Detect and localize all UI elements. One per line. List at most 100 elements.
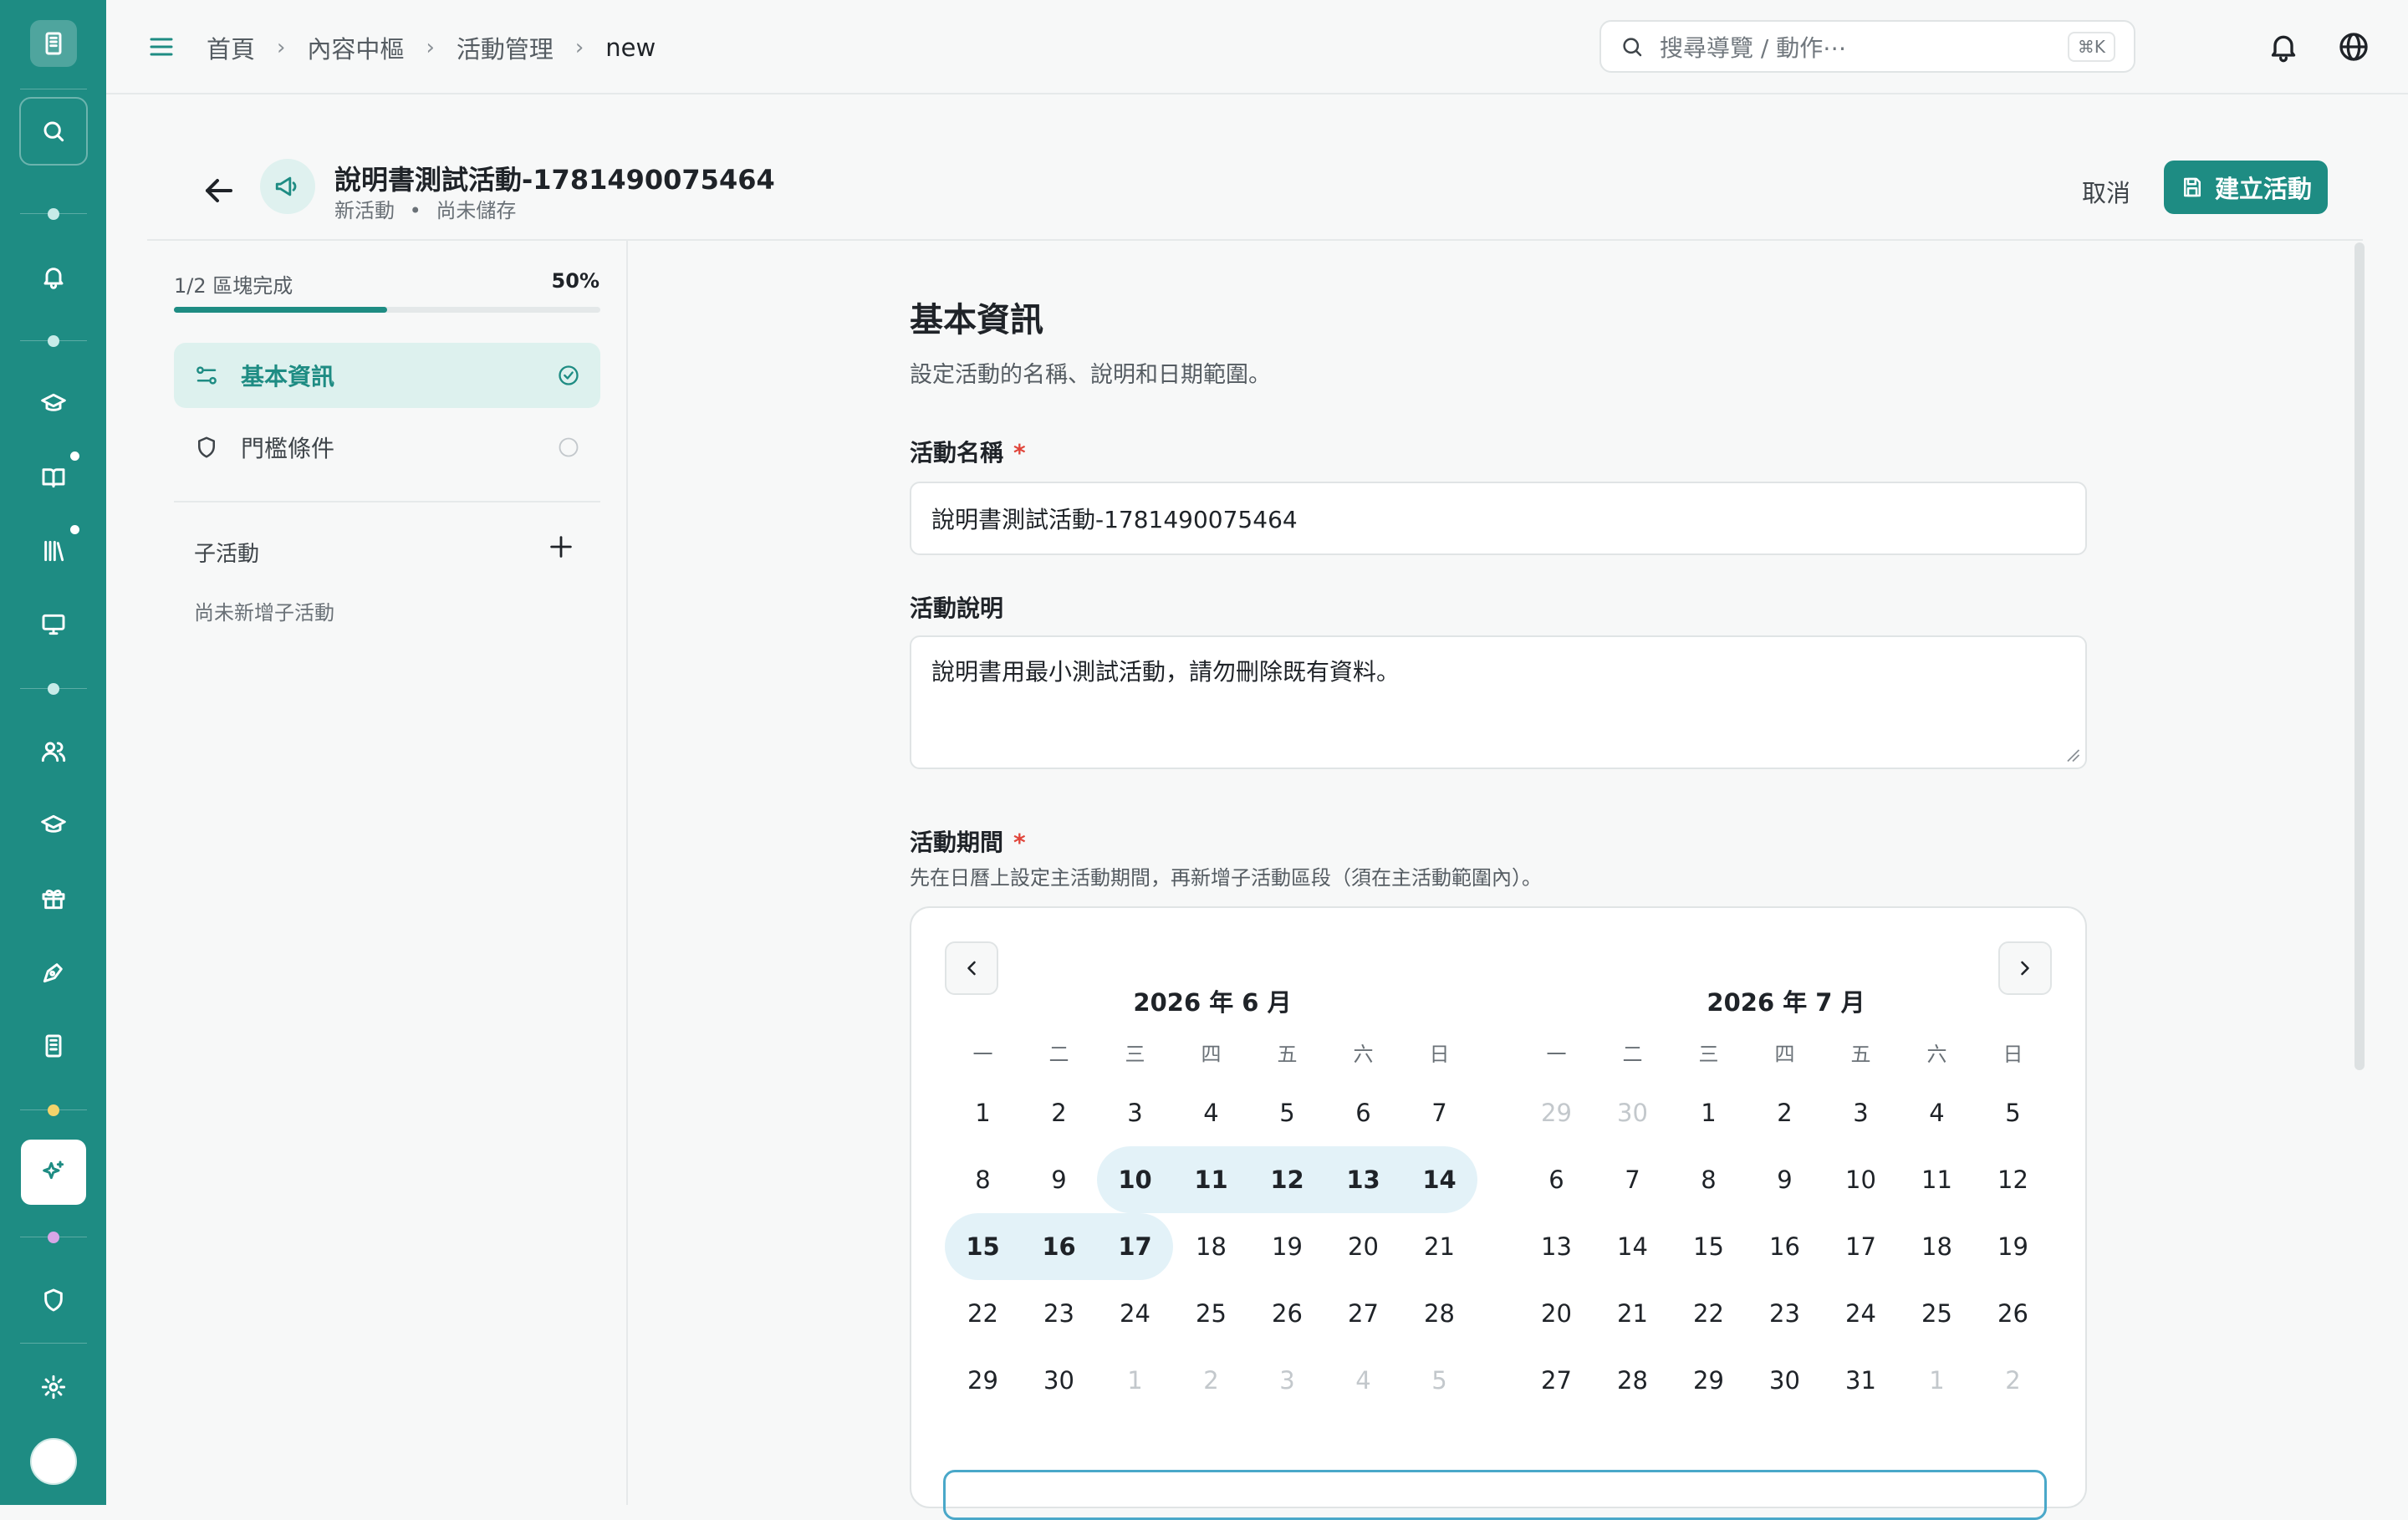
calendar-day[interactable]: 4	[1899, 1079, 1975, 1146]
calendar-day[interactable]: 2	[1747, 1079, 1823, 1146]
activity-description-textarea[interactable]: 說明書用最小測試活動，請勿刪除既有資料。	[910, 635, 2087, 769]
calendar-day[interactable]: 6	[1325, 1079, 1401, 1146]
main-scrollbar[interactable]	[2354, 242, 2365, 1070]
calendar-day[interactable]: 8	[1671, 1146, 1747, 1213]
rail-org[interactable]	[0, 1025, 106, 1067]
calendar-day[interactable]: 16	[1747, 1213, 1823, 1280]
calendar-day[interactable]: 4	[1173, 1079, 1249, 1146]
rail-library[interactable]	[0, 530, 106, 572]
calendar-day[interactable]: 25	[1173, 1280, 1249, 1347]
calendar-day[interactable]: 7	[1401, 1079, 1477, 1146]
calendar-day[interactable]: 17	[1823, 1213, 1899, 1280]
calendar-day-selected[interactable]: 17	[1097, 1213, 1173, 1280]
calendar-day[interactable]: 15	[1671, 1213, 1747, 1280]
calendar-day[interactable]: 30	[1747, 1347, 1823, 1414]
calendar-day-outside: 5	[1431, 1366, 1447, 1395]
calendar-day[interactable]: 27	[1518, 1347, 1594, 1414]
calendar-day-selected[interactable]: 13	[1325, 1146, 1401, 1213]
calendar-day[interactable]: 19	[1249, 1213, 1325, 1280]
calendar-day[interactable]: 24	[1823, 1280, 1899, 1347]
calendar-day[interactable]: 13	[1518, 1213, 1594, 1280]
rail-security[interactable]	[0, 1279, 106, 1321]
add-subactivity-button[interactable]	[547, 533, 575, 561]
language-button[interactable]	[2337, 30, 2370, 64]
calendar-day[interactable]: 28	[1401, 1280, 1477, 1347]
calendar-day[interactable]: 22	[945, 1280, 1021, 1347]
activity-period-hint: 先在日曆上設定主活動期間，再新增子活動區段（須在主活動範圍內）。	[910, 866, 1542, 890]
rail-search-button[interactable]	[0, 97, 106, 166]
section-item-threshold[interactable]: 門檻條件	[174, 415, 600, 480]
rail-design[interactable]	[0, 951, 106, 993]
calendar-day[interactable]: 18	[1899, 1213, 1975, 1280]
calendar-day[interactable]: 19	[1975, 1213, 2051, 1280]
back-button[interactable]	[199, 171, 239, 211]
calendar-day[interactable]: 6	[1518, 1146, 1594, 1213]
calendar-day-selected[interactable]: 11	[1173, 1146, 1249, 1213]
calendar-day[interactable]: 2	[1021, 1079, 1097, 1146]
calendar-day[interactable]: 30	[1021, 1347, 1097, 1414]
calendar-day[interactable]: 11	[1899, 1146, 1975, 1213]
calendar-day[interactable]: 8	[945, 1146, 1021, 1213]
rail-notifications[interactable]	[0, 256, 106, 298]
subactivity-range-card[interactable]	[943, 1470, 2047, 1520]
calendar-day[interactable]: 26	[1975, 1280, 2051, 1347]
calendar-day-selected[interactable]: 12	[1249, 1146, 1325, 1213]
calendar-day[interactable]: 31	[1823, 1347, 1899, 1414]
calendar-day[interactable]: 24	[1097, 1280, 1173, 1347]
calendar-day[interactable]: 5	[1975, 1079, 2051, 1146]
calendar-day[interactable]: 18	[1173, 1213, 1249, 1280]
app-logo[interactable]	[0, 17, 106, 70]
progress-bar-fill	[174, 307, 387, 313]
calendar-day[interactable]: 14	[1594, 1213, 1671, 1280]
cancel-button[interactable]: 取消	[2082, 174, 2130, 209]
menu-toggle-button[interactable]	[146, 32, 176, 62]
calendar-day[interactable]: 29	[1671, 1347, 1747, 1414]
calendar-day[interactable]: 27	[1325, 1280, 1401, 1347]
calendar-day[interactable]: 20	[1518, 1280, 1594, 1347]
calendar-day[interactable]: 22	[1671, 1280, 1747, 1347]
calendar-day[interactable]: 26	[1249, 1280, 1325, 1347]
breadcrumb-item-activities[interactable]: 活動管理	[457, 30, 554, 65]
rail-courses[interactable]	[0, 383, 106, 425]
avatar[interactable]	[0, 1438, 106, 1485]
rail-learning[interactable]	[0, 804, 106, 846]
notifications-button[interactable]	[2267, 30, 2300, 64]
activity-name-input[interactable]: 說明書測試活動-1781490075464	[910, 482, 2087, 555]
calendar-day[interactable]: 23	[1747, 1280, 1823, 1347]
calendar-day[interactable]: 25	[1899, 1280, 1975, 1347]
calendar-day[interactable]: 9	[1747, 1146, 1823, 1213]
rail-rewards[interactable]	[0, 878, 106, 920]
calendar-day[interactable]: 7	[1594, 1146, 1671, 1213]
create-activity-button[interactable]: 建立活動	[2164, 161, 2328, 214]
rail-users[interactable]	[0, 731, 106, 773]
rail-activities[interactable]	[0, 1140, 106, 1205]
calendar-day[interactable]: 12	[1975, 1146, 2051, 1213]
calendar-day[interactable]: 9	[1021, 1146, 1097, 1213]
resize-handle-icon[interactable]	[2065, 747, 2080, 763]
breadcrumb-item-home[interactable]: 首頁	[207, 30, 255, 65]
calendar-day-selected[interactable]: 10	[1097, 1146, 1173, 1213]
calendar-day[interactable]: 21	[1401, 1213, 1477, 1280]
rail-settings[interactable]	[0, 1366, 106, 1408]
section-item-basic-info[interactable]: 基本資訊	[174, 343, 600, 408]
rail-books[interactable]	[0, 457, 106, 498]
calendar-day[interactable]: 21	[1594, 1280, 1671, 1347]
calendar-day[interactable]: 10	[1823, 1146, 1899, 1213]
calendar-day[interactable]: 3	[1097, 1079, 1173, 1146]
calendar-day[interactable]: 5	[1249, 1079, 1325, 1146]
global-search-input[interactable]: 搜尋導覽 / 動作⋯ ⌘K	[1599, 20, 2135, 73]
calendar-day[interactable]: 3	[1823, 1079, 1899, 1146]
calendar-day-outside: 2	[2005, 1366, 2021, 1395]
calendar-day[interactable]: 20	[1325, 1213, 1401, 1280]
calendar-day-selected[interactable]: 14	[1401, 1146, 1477, 1213]
calendar-day[interactable]: 28	[1594, 1347, 1671, 1414]
calendar-day[interactable]: 1	[945, 1079, 1021, 1146]
calendar-day-selected[interactable]: 16	[1021, 1213, 1097, 1280]
rail-screens[interactable]	[0, 604, 106, 645]
calendar-day[interactable]: 23	[1021, 1280, 1097, 1347]
bell-icon	[43, 268, 63, 289]
breadcrumb-item-content-hub[interactable]: 內容中樞	[307, 30, 404, 65]
calendar-day[interactable]: 29	[945, 1347, 1021, 1414]
calendar-day-selected[interactable]: 15	[945, 1213, 1021, 1280]
calendar-day[interactable]: 1	[1671, 1079, 1747, 1146]
